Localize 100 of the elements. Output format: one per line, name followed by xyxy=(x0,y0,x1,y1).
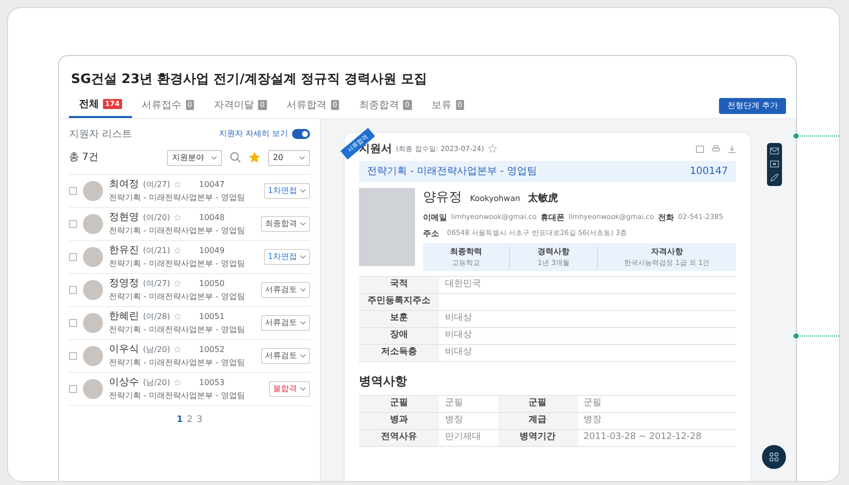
caret-icon xyxy=(300,320,306,324)
contact-label: 이메일 xyxy=(423,212,447,224)
applicant-number: 10048 xyxy=(199,212,225,224)
search-icon[interactable] xyxy=(230,152,241,163)
status-select[interactable]: 서류검토 xyxy=(261,282,310,298)
star-icon[interactable] xyxy=(174,181,182,188)
department-text: 전략기획 - 미래전략사업본부 - 영업팀 xyxy=(367,165,537,179)
star-icon[interactable] xyxy=(174,346,182,353)
star-icon[interactable] xyxy=(488,144,497,154)
applicant-info: (여/20) xyxy=(143,212,170,224)
address-label: 주소 xyxy=(423,228,439,240)
status-select[interactable]: 최종합격 xyxy=(261,216,310,232)
avatar xyxy=(83,346,103,366)
field-label: 군필 xyxy=(359,396,439,412)
status-select[interactable]: 서류검토 xyxy=(261,314,310,330)
status-select[interactable]: 불합격 xyxy=(269,380,310,396)
checkbox[interactable] xyxy=(69,220,77,228)
caret-icon xyxy=(211,156,217,160)
applicant-row[interactable]: 이상수 (남/20) 10053 전략기획 - 미래전략사업본부 - 영업팀 불합격 xyxy=(69,372,310,406)
download-icon[interactable] xyxy=(728,144,736,153)
applicant-number: 10052 xyxy=(199,344,225,356)
applicant-name: 한유진 xyxy=(109,244,139,258)
field-label: 주민등록지주소 xyxy=(359,294,439,310)
field-label: 군필 xyxy=(498,396,578,412)
add-stage-button[interactable]: 전형단계 추가 xyxy=(719,98,786,114)
grid-icon xyxy=(769,452,779,462)
applicant-number: 10050 xyxy=(199,278,225,290)
star-icon[interactable] xyxy=(174,379,182,386)
applicant-row[interactable]: 최여정 (여/27) 10047 전략기획 - 미래전략사업본부 - 영업팀 1차면접 xyxy=(69,174,310,208)
department-text: 전략기획 - 미래전략사업본부 - 영업팀 xyxy=(109,225,245,237)
field-value: 비대상 xyxy=(439,344,736,362)
applicant-row[interactable]: 정영정 (여/27) 10050 전략기획 - 미래전략사업본부 - 영업팀 서류검토 xyxy=(69,274,310,306)
star-icon[interactable] xyxy=(249,152,260,163)
callout-line xyxy=(793,333,839,339)
department-text: 전략기획 - 미래전략사업본부 - 영업팀 xyxy=(109,192,245,204)
field-label: 보훈 xyxy=(359,310,439,328)
applicant-number: 10047 xyxy=(199,178,225,190)
star-icon[interactable] xyxy=(174,313,182,320)
field-label: 전역사유 xyxy=(359,430,439,446)
contact-label: 휴대폰 xyxy=(540,212,565,224)
avatar xyxy=(83,180,103,200)
page-link[interactable]: 1 xyxy=(174,414,185,427)
star-icon[interactable] xyxy=(174,214,182,221)
applicant-name: 최여정 xyxy=(109,178,139,192)
chinese-name: 太敏虎 xyxy=(528,192,558,206)
applicant-row[interactable]: 한혜린 (여/28) 10051 전략기획 - 미래전략사업본부 - 영업팀 서류검토 xyxy=(69,306,310,340)
applicant-name: 정현영 xyxy=(109,211,139,225)
applicant-row[interactable]: 정현영 (여/20) 10048 전략기획 - 미래전략사업본부 - 영업팀 최종합격 xyxy=(69,208,310,240)
card-icon[interactable] xyxy=(770,160,779,168)
toggle-label: 지원자 자세히 보기 xyxy=(218,128,288,140)
caret-icon xyxy=(300,254,306,258)
status-select[interactable]: 1차면접 xyxy=(264,248,310,264)
application-number: 100147 xyxy=(690,165,728,179)
calendar-icon[interactable] xyxy=(696,144,704,153)
field-label: 병과 xyxy=(359,412,439,430)
grid-button[interactable] xyxy=(762,445,786,469)
status-select[interactable]: 서류검토 xyxy=(261,348,310,364)
department-text: 전략기획 - 미래전략사업본부 - 영업팀 xyxy=(109,390,245,402)
mail-icon[interactable] xyxy=(770,146,779,154)
section-title: 병역사항 xyxy=(359,373,408,390)
status-select[interactable]: 1차면접 xyxy=(264,182,310,198)
field-label: 계급 xyxy=(498,412,578,430)
applicant-info: (남/20) xyxy=(143,376,170,388)
page-link[interactable]: 2 xyxy=(184,414,195,427)
caret-icon xyxy=(300,288,306,292)
field-label: 장애 xyxy=(359,328,439,344)
applicant-name: 한혜린 xyxy=(109,310,139,324)
star-icon[interactable] xyxy=(174,247,182,254)
avatar xyxy=(83,280,103,300)
field-value: 비대상 xyxy=(439,310,736,328)
field-label: 저소득층 xyxy=(359,344,439,362)
applicant-number: 10053 xyxy=(199,376,225,388)
star-icon[interactable] xyxy=(174,280,182,287)
department-text: 전략기획 - 미래전략사업본부 - 영업팀 xyxy=(109,258,245,270)
print-icon[interactable] xyxy=(712,144,720,153)
checkbox[interactable] xyxy=(69,352,77,360)
checkbox[interactable] xyxy=(69,384,77,392)
checkbox[interactable] xyxy=(69,186,77,194)
field-label: 국적 xyxy=(359,276,439,294)
pencil-icon[interactable] xyxy=(770,172,779,182)
field-value: 군필 xyxy=(439,396,498,412)
applicant-name: 이우식 xyxy=(109,343,139,357)
checkbox[interactable] xyxy=(69,252,77,260)
department-text: 전략기획 - 미래전략사업본부 - 영업팀 xyxy=(109,324,245,336)
field-value: 대한민국 xyxy=(439,276,736,294)
department-text: 전략기획 - 미래전략사업본부 - 영업팀 xyxy=(109,357,245,369)
checkbox[interactable] xyxy=(69,286,77,294)
applicant-row[interactable]: 이우식 (남/20) 10052 전략기획 - 미래전략사업본부 - 영업팀 서류검토 xyxy=(69,340,310,372)
checkbox[interactable] xyxy=(69,318,77,326)
list-title: 지원자 리스트 xyxy=(69,128,132,142)
field-select[interactable]: 지원분야 xyxy=(167,150,222,166)
applicant-row[interactable]: 한유진 (여/21) 10049 전략기획 - 미래전략사업본부 - 영업팀 1차면접 xyxy=(69,240,310,274)
page-link[interactable]: 3 xyxy=(194,414,204,427)
toggle-switch[interactable] xyxy=(292,129,310,139)
avatar xyxy=(83,312,103,332)
department-text: 전략기획 - 미래전략사업본부 - 영업팀 xyxy=(109,291,245,303)
applicant-info: (여/28) xyxy=(143,310,170,322)
page-size-select[interactable]: 20 xyxy=(268,150,310,166)
field-value: 비대상 xyxy=(439,328,736,344)
applicant-info: (여/21) xyxy=(143,244,170,256)
